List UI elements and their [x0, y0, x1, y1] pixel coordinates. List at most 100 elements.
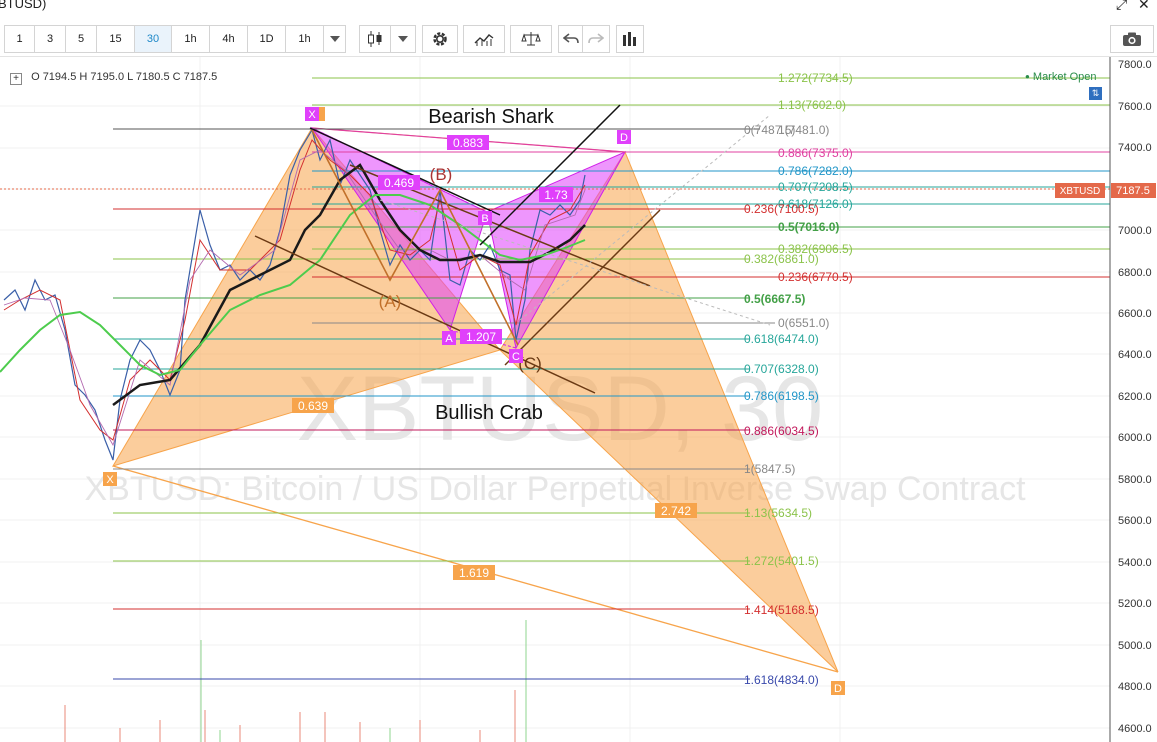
axis-tick: 7600.0 [1118, 101, 1152, 113]
ratio-badge: 1.619 [459, 566, 489, 580]
fib-label: 1.272(5401.5) [744, 554, 819, 568]
fib-label: 0.618(6474.0) [744, 332, 819, 346]
chevron-down-icon [398, 36, 408, 42]
axis-tick: 7800.0 [1118, 59, 1152, 71]
paren-a-label: (A) [379, 292, 402, 311]
chevron-down-icon [329, 36, 340, 42]
ohlc-high: 7195.0 [90, 71, 125, 83]
interval-15m-button[interactable]: 15 [97, 25, 135, 53]
axis-tick: 6400.0 [1118, 349, 1152, 361]
chart-type-button[interactable] [359, 25, 391, 53]
data-window-button[interactable] [616, 25, 644, 53]
scales-icon [521, 32, 541, 46]
market-status: ● Market Open [1025, 71, 1097, 83]
point-x-label: X [308, 109, 316, 121]
ratio-badge: 1.73 [544, 188, 568, 202]
undo-button[interactable] [558, 25, 583, 53]
interval-3m-button[interactable]: 3 [35, 25, 66, 53]
point-x-bottom-label: X [106, 474, 114, 486]
expand-icon[interactable]: ⤢ [1116, 0, 1127, 13]
fib-label: 1.414(5168.5) [744, 603, 819, 617]
interval-1m-button[interactable]: 1 [4, 25, 35, 53]
fib-label: 1.13(7602.0) [778, 98, 846, 112]
axis-tick: 6800.0 [1118, 267, 1152, 279]
fib-label: 1.272(7734.5) [778, 71, 853, 85]
axis-tick: 5000.0 [1118, 640, 1152, 652]
axis-tick: 5400.0 [1118, 557, 1152, 569]
axis-tick: 7400.0 [1118, 142, 1152, 154]
market-status-text: Market Open [1032, 71, 1097, 83]
fib-label: 0.236(7100.5) [744, 202, 819, 216]
snapshot-button[interactable] [1110, 25, 1154, 53]
axis-tick: 7000.0 [1118, 225, 1152, 237]
fib-label: 0.886(7375.0) [778, 146, 853, 160]
candlestick-icon [368, 31, 382, 47]
interval-30m-button[interactable]: 30 [135, 25, 172, 53]
interval-selected-button[interactable]: 1h [286, 25, 324, 53]
settings-button[interactable] [422, 25, 458, 53]
scale-toggle-button[interactable]: ⇅ [1089, 87, 1102, 100]
up-down-arrows-icon: ⇅ [1091, 88, 1100, 98]
price-chart[interactable]: XBTUSD, 30 XBTUSD: Bitcoin / US Dollar P… [0, 57, 1157, 742]
axis-tick: 4800.0 [1118, 681, 1152, 693]
fib-label: 0.382(6861.0) [744, 252, 819, 266]
fib-label: 0.5(7016.0) [778, 220, 839, 234]
point-c-label: C [512, 351, 520, 363]
fib-label: 0.786(7282.0) [778, 164, 853, 178]
fib-label: 0.5(6667.5) [744, 292, 805, 306]
ratio-badge: 0.639 [298, 399, 328, 413]
axis-tick: 6000.0 [1118, 432, 1152, 444]
fib-label: 1.618(4834.0) [744, 673, 819, 687]
redo-button[interactable] [583, 25, 610, 53]
gear-icon [433, 32, 447, 46]
fib-label: 0.707(6328.0) [744, 362, 819, 376]
window-titlebar: BTUSD) ⤢ ✕ [0, 0, 1157, 16]
bullish-crab-label: Bullish Crab [435, 402, 543, 424]
paren-b-label: (B) [430, 165, 453, 184]
ratio-badge: 0.883 [453, 136, 483, 150]
point-d-label: D [620, 132, 628, 144]
ohlc-open: 7194.5 [42, 71, 77, 83]
point-a-label: A [445, 333, 453, 345]
ohlc-h-label: H [79, 71, 88, 83]
ohlc-legend: + O 7194.5 H 7195.0 L 7180.5 C 7187.5 [10, 71, 217, 85]
ratio-badge: 2.742 [661, 504, 691, 518]
interval-4h-button[interactable]: 4h [210, 25, 248, 53]
point-b-label: B [481, 213, 488, 225]
indicators-button[interactable] [463, 25, 505, 53]
axis-tick: 5800.0 [1118, 474, 1152, 486]
ohlc-close: 7187.5 [183, 71, 218, 83]
chart-toolbar: 1 3 5 15 30 1h 4h 1D 1h [0, 22, 1157, 57]
ohlc-low: 7180.5 [135, 71, 170, 83]
interval-dropdown-button[interactable] [324, 25, 346, 53]
fib-label: 1(5847.5) [744, 462, 795, 476]
interval-5m-button[interactable]: 5 [66, 25, 97, 53]
fib-label: 1(7481.0) [778, 123, 829, 137]
point-d-bottom-label: D [834, 683, 842, 695]
fib-label: 0.786(6198.5) [744, 389, 819, 403]
chart-type-dropdown-button[interactable] [391, 25, 416, 53]
watermark-description: XBTUSD: Bitcoin / US Dollar Perpetual In… [84, 470, 1026, 508]
price-badge-symbol: XBTUSD [1060, 186, 1101, 197]
undo-icon [562, 33, 579, 44]
status-dot-icon: ● [1025, 72, 1030, 81]
bearish-shark-label: Bearish Shark [428, 106, 555, 128]
collapse-legend-icon[interactable]: + [10, 73, 22, 85]
compare-button[interactable] [510, 25, 552, 53]
ratio-badge: 0.469 [384, 176, 414, 190]
bar-chart-icon [623, 32, 636, 46]
window-title: BTUSD) [0, 0, 47, 11]
ohlc-l-label: L [127, 71, 133, 83]
axis-tick: 5600.0 [1118, 515, 1152, 527]
close-icon[interactable]: ✕ [1138, 0, 1150, 13]
interval-1d-button[interactable]: 1D [248, 25, 286, 53]
fib-label: 0.886(6034.5) [744, 424, 819, 438]
axis-tick: 5200.0 [1118, 598, 1152, 610]
ratio-badge: 1.207 [466, 330, 496, 344]
ohlc-o-label: O [31, 71, 40, 83]
axis-tick: 4600.0 [1118, 723, 1152, 735]
indicators-icon [474, 34, 494, 46]
interval-1h-button[interactable]: 1h [172, 25, 210, 53]
price-badge-value: 7187.5 [1116, 185, 1150, 197]
fib-label: 1.13(5634.5) [744, 506, 812, 520]
